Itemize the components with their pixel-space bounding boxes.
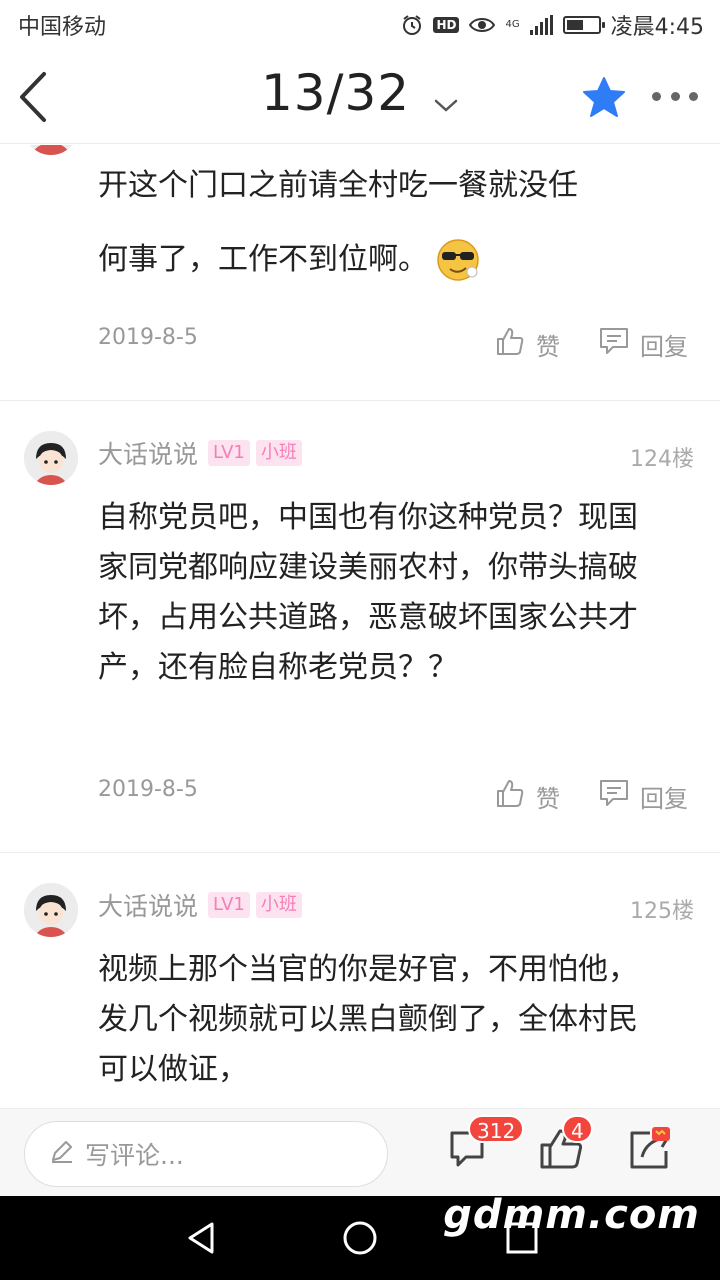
more-icon[interactable] (652, 92, 698, 104)
comment-date: 2019-8-5 (98, 325, 198, 350)
signal-icon (529, 15, 553, 35)
carrier-label: 中国移动 (18, 15, 107, 40)
reply-button[interactable]: 回复 (598, 777, 688, 815)
clock-label: 凌晨4:45 (610, 15, 704, 40)
share-icon (630, 1127, 670, 1169)
watermark: gdmm.com (443, 1192, 700, 1238)
comment-count-badge: 312 (468, 1115, 525, 1143)
floor-number: 124楼 (630, 447, 694, 472)
battery-icon (562, 16, 605, 34)
comment-item: 开这个门口之前请全村吃一餐就没任 何事了，工作不到位啊。 2019-8-5 赞 … (0, 145, 720, 401)
floor-number: 125楼 (630, 899, 694, 924)
reply-label: 回复 (640, 332, 688, 361)
bottom-action-bar: 写评论... 312 4 (0, 1108, 720, 1196)
username[interactable]: 大话说说 (98, 887, 198, 923)
nav-back-icon[interactable] (182, 1218, 222, 1258)
comment-item: 大话说说 LV1 小班 125楼 视频上那个当官的你是好官，不用怕他，发几个视频… (0, 853, 720, 1108)
comment-text: 视频上那个当官的你是好官，不用怕他，发几个视频就可以黑白颤倒了，全体村民可以做证… (98, 952, 638, 1087)
comment-list: 开这个门口之前请全村吃一餐就没任 何事了，工作不到位啊。 2019-8-5 赞 … (0, 145, 720, 1108)
alarm-icon (401, 14, 423, 36)
comment-text-line: 何事了，工作不到位啊。 (98, 242, 428, 277)
comment-date: 2019-8-5 (98, 777, 198, 802)
share-button[interactable] (626, 1125, 674, 1173)
level-badge: LV1 (208, 892, 250, 918)
like-button[interactable]: 赞 (494, 325, 560, 363)
avatar[interactable] (24, 145, 78, 155)
avatar[interactable] (24, 883, 78, 937)
page-indicator-label: 13/32 (261, 64, 411, 122)
nav-home-icon[interactable] (340, 1218, 380, 1258)
status-bar: 中国移动 HD 4G 凌晨4:45 (0, 0, 720, 50)
reply-button[interactable]: 回复 (598, 325, 688, 363)
username[interactable]: 大话说说 (98, 435, 198, 471)
thumbs-up-icon (494, 325, 526, 363)
cool-face-emoji-icon (436, 238, 480, 282)
like-button[interactable]: 赞 (494, 777, 560, 815)
comment-text-line: 开这个门口之前请全村吃一餐就没任 (98, 168, 578, 203)
like-count-badge: 4 (562, 1115, 593, 1143)
comment-input-placeholder: 写评论... (85, 1141, 184, 1170)
star-icon[interactable] (582, 76, 626, 118)
comment-text: 自称党员吧，中国也有你这种党员？现国家同党都响应建设美丽农村，你带头搞破坏，占用… (98, 500, 638, 685)
like-label: 赞 (536, 784, 560, 813)
chevron-down-icon (433, 68, 459, 126)
rank-badge: 小班 (255, 440, 302, 466)
comment-input[interactable]: 写评论... (24, 1121, 388, 1187)
eye-icon (469, 16, 496, 34)
reply-icon (598, 325, 630, 363)
pencil-icon (49, 1138, 75, 1170)
reply-icon (598, 777, 630, 815)
avatar[interactable] (24, 431, 78, 485)
top-nav-bar: 13/32 (0, 50, 720, 144)
reply-label: 回复 (640, 784, 688, 813)
network-type-label: 4G (505, 19, 520, 30)
level-badge: LV1 (208, 440, 250, 466)
hd-icon: HD (433, 17, 460, 33)
rank-badge: 小班 (255, 892, 302, 918)
comments-button[interactable]: 312 (448, 1115, 525, 1173)
like-post-button[interactable]: 4 (538, 1115, 593, 1173)
comment-item: 大话说说 LV1 小班 124楼 自称党员吧，中国也有你这种党员？现国家同党都响… (0, 401, 720, 853)
thumbs-up-icon (494, 777, 526, 815)
like-label: 赞 (536, 332, 560, 361)
